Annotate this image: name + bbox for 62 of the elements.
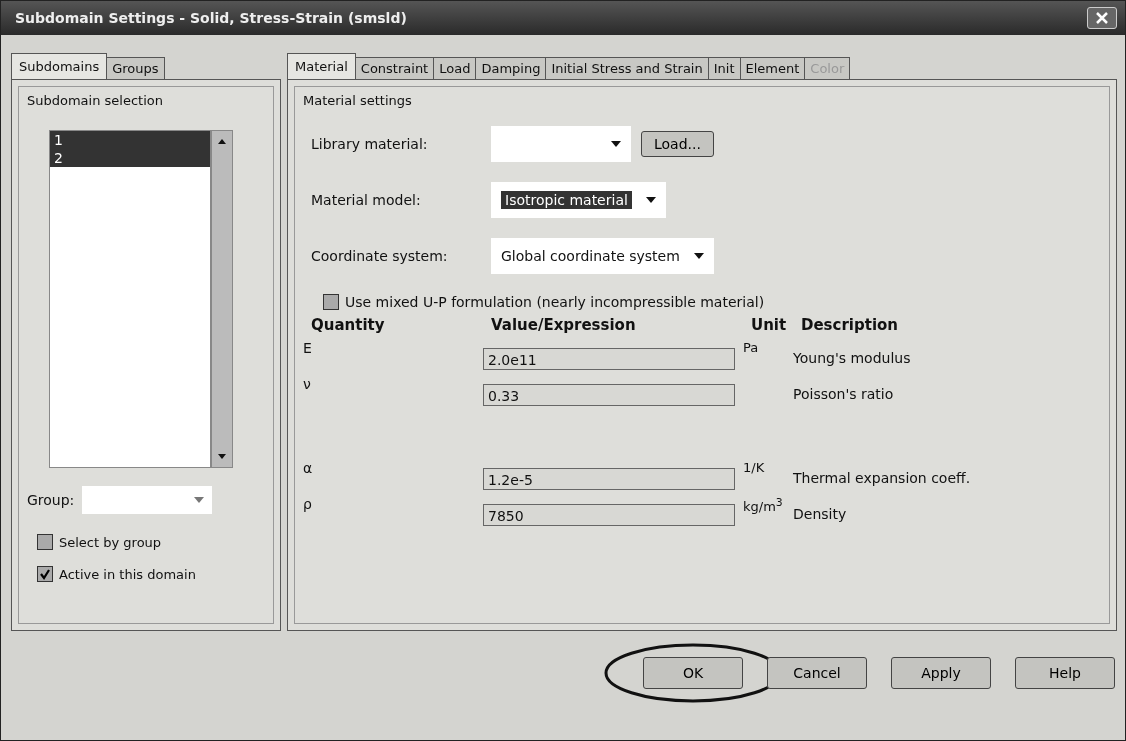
value-field[interactable]: 1.2e-5 [483,468,735,490]
field-label: Material model: [311,192,422,208]
group-title: Subdomain selection [27,93,164,108]
checkbox[interactable] [37,534,53,550]
subdomain-list[interactable]: 1 2 [49,130,211,468]
description-cell-text: Thermal expansion coeff. [793,470,972,486]
tab[interactable]: Initial Stress and Strain [545,57,709,79]
checkbox-label: Use mixed U-P formulation (nearly incompressible material) [345,294,765,310]
value-field[interactable]: 7850 [483,504,735,526]
material-model-dropdown[interactable]: Isotropic material [491,182,666,218]
unit-cell-text: Pa [743,340,760,355]
group-title: Material settings [303,93,413,108]
dropdown-arrow-icon [611,141,621,147]
quantity-cell-text: E [303,340,313,356]
close-icon [1095,12,1109,24]
scroll-up-icon[interactable] [217,137,227,145]
dropdown-arrow-icon [194,497,205,503]
column-header: Unit [751,316,788,334]
checkbox[interactable] [323,294,339,310]
quantity-cell-text: α [303,460,314,476]
checkbox-label: Select by group [59,534,162,550]
dropdown-value: Isotropic material [501,191,632,209]
checkbox[interactable] [37,566,53,582]
list-item[interactable]: 1 [50,131,210,149]
scroll-down-icon[interactable] [217,453,227,461]
field-label: Coordinate system: [311,248,449,264]
tab[interactable]: Subdomains [11,53,108,79]
description-cell-text: Young's modulus [793,350,912,366]
field-label: Library material: [311,136,429,152]
description-cell-text: Density [793,506,848,522]
tab[interactable]: Constraint [354,57,435,79]
column-header: Value/Expression [491,316,637,334]
description-cell-text: Poisson's ratio [793,386,895,402]
column-header: Description [801,316,900,334]
dropdown-arrow-icon [693,253,704,259]
group-label: Group: [27,492,75,508]
tab[interactable]: Material [287,53,356,79]
dialog-button[interactable]: Help [1015,657,1115,689]
unit-cell-text: kg/m$^{3}$ [743,496,784,515]
tab[interactable]: Load [433,57,477,79]
dropdown-value: Global coordinate system [501,248,680,264]
scrollbar[interactable] [211,130,233,468]
load-button[interactable]: Load... [641,131,714,157]
value-field[interactable]: 0.33 [483,384,735,406]
quantity-cell-text: ν [303,376,312,392]
tab[interactable]: Init [707,57,741,79]
column-header: Quantity [311,316,386,334]
dropdown-arrow-icon [645,197,656,203]
dialog-button[interactable]: OK [643,657,743,689]
value-field[interactable]: 2.0e11 [483,348,735,370]
coordinate-system-dropdown[interactable]: Global coordinate system [491,238,714,274]
unit-cell-text: 1/K [743,460,766,475]
checkbox-label: Active in this domain [59,566,196,582]
quantity-cell-text: ρ [303,496,313,512]
dialog-button[interactable]: Cancel [767,657,867,689]
tab[interactable]: Groups [106,57,165,79]
dialog-button[interactable]: Apply [891,657,991,689]
list-item[interactable]: 2 [50,149,210,167]
window-title: Subdomain Settings - Solid, Stress-Strain (smsld) [15,10,407,26]
tab[interactable]: Damping [475,57,547,79]
tab[interactable]: Element [739,57,806,79]
close-button[interactable] [1087,7,1117,29]
